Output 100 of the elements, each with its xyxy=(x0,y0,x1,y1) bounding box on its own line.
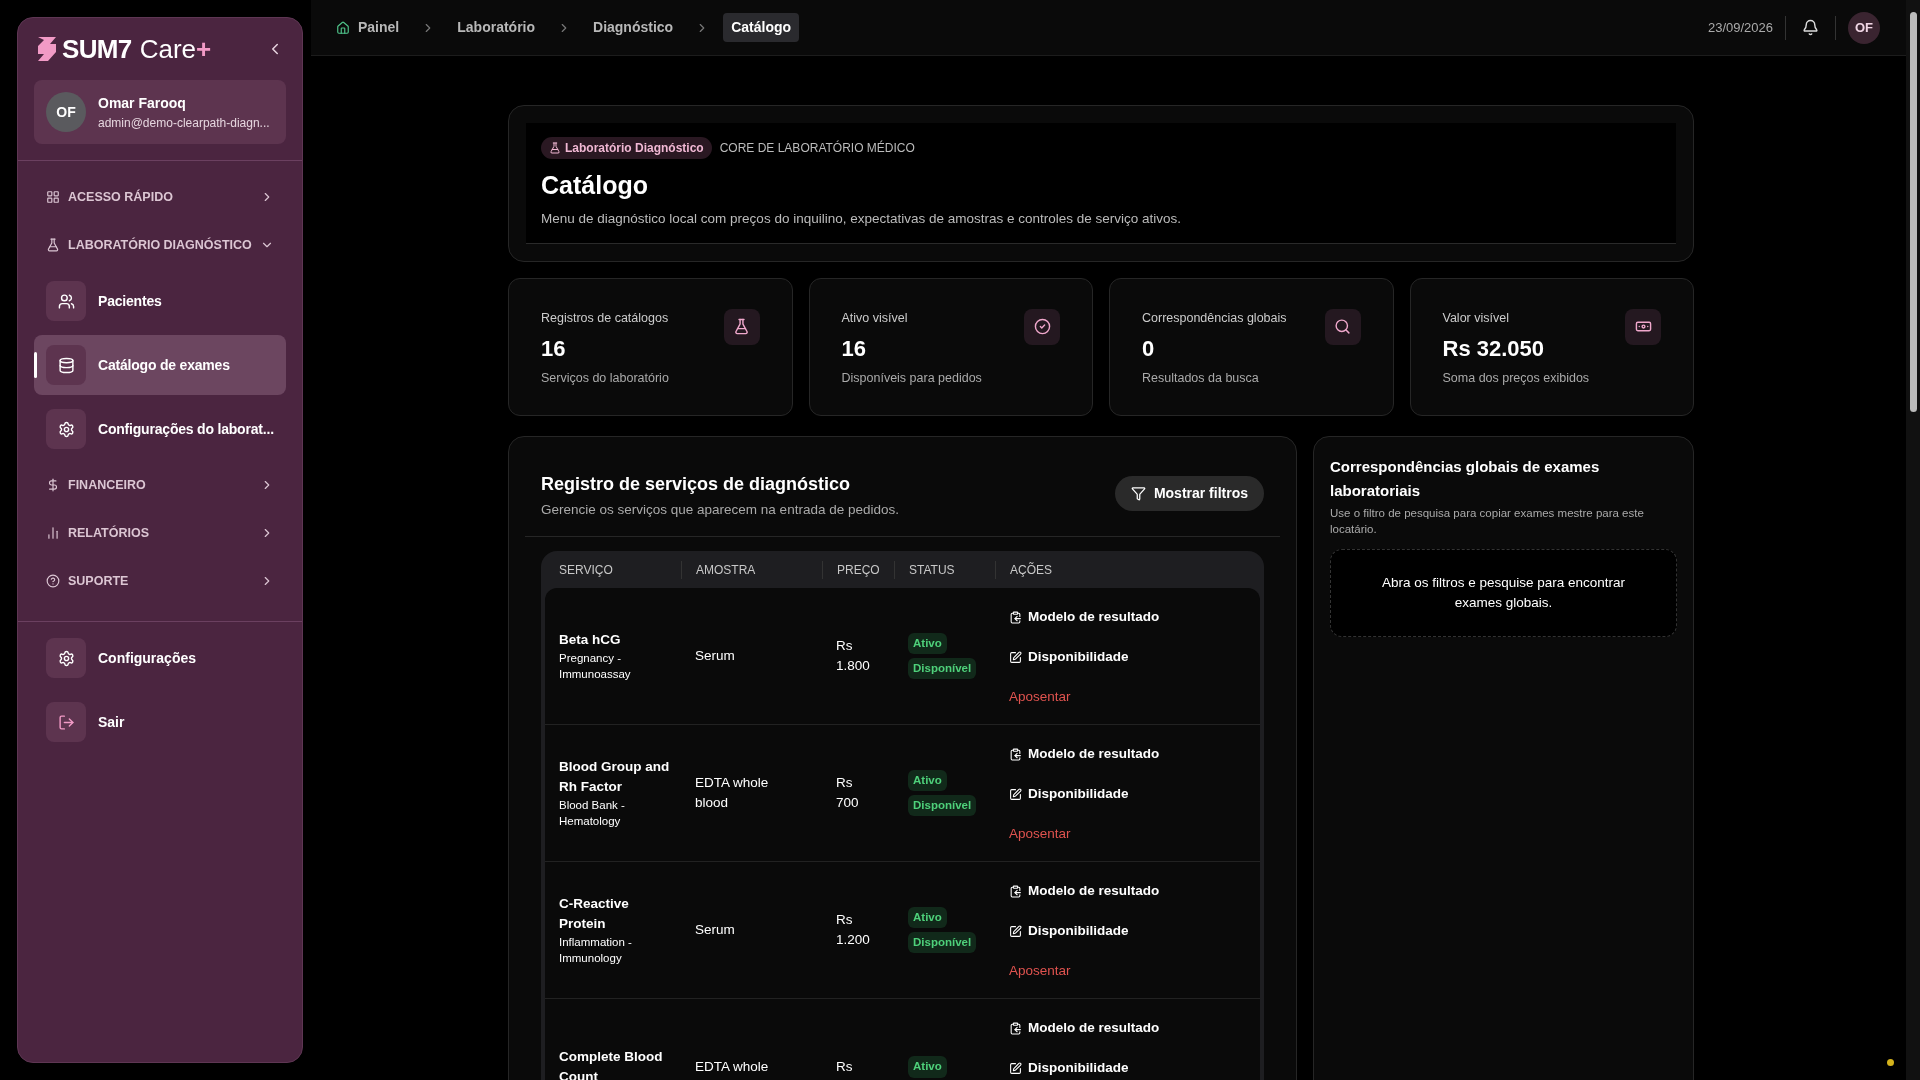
help-icon xyxy=(46,574,60,588)
stat-label: Registros de catálogos xyxy=(541,309,669,327)
bar-chart-icon xyxy=(46,526,60,540)
service-category: Blood Bank - Hematology xyxy=(559,798,626,829)
nav-item[interactable]: Catálogo de exames xyxy=(34,335,286,395)
price-cell-text: Rs xyxy=(835,1058,854,1076)
action-link[interactable]: Aposentar xyxy=(1009,688,1071,706)
status-badge: Disponível xyxy=(908,932,977,954)
nav-section[interactable]: FINANCEIRO xyxy=(34,461,286,509)
breadcrumb-link[interactable]: Laboratório xyxy=(449,13,544,42)
stat-caption: Serviços do laboratório xyxy=(541,369,669,387)
nav-item[interactable]: Configurações xyxy=(34,638,286,678)
active-indicator xyxy=(34,352,37,378)
profile-avatar[interactable]: OF xyxy=(1848,11,1880,44)
stat-value: Rs 32.050 xyxy=(1442,334,1546,363)
users-icon xyxy=(46,281,86,321)
column-header: STATUS xyxy=(894,560,995,579)
action-link[interactable]: Disponibilidade xyxy=(1009,785,1129,803)
action-link[interactable]: Disponibilidade xyxy=(1009,648,1129,666)
nav-section[interactable]: ACESSO RÁPIDO xyxy=(34,173,286,221)
stat-caption: Soma dos preços exibidos xyxy=(1442,369,1590,387)
stat-label: Valor visível xyxy=(1442,309,1510,327)
sample-cell-text: EDTA whole blood xyxy=(694,774,770,812)
stat-label: Ativo visível xyxy=(841,309,909,327)
action-link[interactable]: Aposentar xyxy=(1009,825,1071,843)
scrollbar[interactable] xyxy=(1906,0,1920,1080)
user-card[interactable]: OF Omar Farooq admin@demo-clearpath-diagn... xyxy=(34,80,286,144)
price-cell-text: Rs 700 xyxy=(835,774,860,812)
stat-value: 0 xyxy=(1142,334,1156,363)
column-header: AMOSTRA xyxy=(681,560,822,579)
stat-value: 16 xyxy=(541,334,567,363)
settings-icon xyxy=(46,409,86,449)
status-badge: Ativo xyxy=(908,632,947,654)
breadcrumb-link[interactable]: Painel xyxy=(328,13,408,42)
service-name: Blood Group and Rh Factor xyxy=(559,758,671,796)
section-title: Registro de serviços de diagnóstico xyxy=(541,472,852,496)
page-title: Catálogo xyxy=(541,170,649,201)
user-avatar: OF xyxy=(46,92,86,132)
action-link[interactable]: Aposentar xyxy=(1009,962,1071,980)
action-link[interactable]: Disponibilidade xyxy=(1009,922,1129,940)
column-header: PREÇO xyxy=(822,560,894,579)
panel-title: Correspondências globais de exames laboratoriais xyxy=(1330,456,1601,501)
service-category: Pregnancy - Immunoassay xyxy=(559,651,632,682)
nav-section[interactable]: SUPORTE xyxy=(34,557,286,605)
stat-value: 16 xyxy=(841,334,867,363)
flask-icon xyxy=(46,238,60,252)
dollar-icon xyxy=(46,478,60,492)
service-name: C-Reactive Protein xyxy=(559,895,630,933)
action-link[interactable]: Modelo de resultado xyxy=(1009,882,1160,900)
copy-icon xyxy=(1009,1021,1022,1035)
action-link[interactable]: Modelo de resultado xyxy=(1009,1019,1160,1037)
stat-caption: Disponíveis para pedidos xyxy=(841,369,982,387)
search-icon xyxy=(1324,308,1361,345)
filters-button[interactable]: Mostrar filtros xyxy=(1114,475,1264,511)
status-badge: Disponível xyxy=(908,795,977,817)
copy-icon xyxy=(1009,747,1022,761)
edit-icon xyxy=(1009,787,1022,801)
page-description: Menu de diagnóstico local com preços do inquilino, expectativas de amostras e controles de serviço ativos. xyxy=(541,209,1183,228)
price-cell-text: Rs 1.800 xyxy=(835,637,871,675)
breadcrumb-link[interactable]: Catálogo xyxy=(723,13,800,42)
brand-suffix: Care+ xyxy=(139,36,212,62)
edit-icon xyxy=(1009,650,1022,664)
stat-label: Correspondências globais xyxy=(1142,309,1287,327)
sample-cell-text: Serum xyxy=(694,647,736,665)
nav-item[interactable]: Configurações do laborat... xyxy=(34,399,286,459)
column-header: AÇÕES xyxy=(995,560,1260,579)
action-link[interactable]: Disponibilidade xyxy=(1009,1059,1129,1077)
panel-subtitle: Use o filtro de pesquisa para copiar exames mestre para este locatário. xyxy=(1330,505,1645,537)
breadcrumb-link[interactable]: Diagnóstico xyxy=(585,13,682,42)
brand-name: SUM7 xyxy=(62,36,132,62)
status-badge: Ativo xyxy=(908,1056,947,1078)
action-link[interactable]: Modelo de resultado xyxy=(1009,608,1160,626)
stat-caption: Resultados da busca xyxy=(1142,369,1260,387)
status-badge: Disponível xyxy=(908,658,977,680)
nav-section[interactable]: LABORATÓRIO DIAGNÓSTICO xyxy=(34,221,286,269)
price-cell-text: Rs 1.200 xyxy=(835,911,871,949)
nav-section[interactable]: RELATÓRIOS xyxy=(34,509,286,557)
section-subtitle: Gerencie os serviços que aparecem na entrada de pedidos. xyxy=(541,500,899,519)
banknote-icon xyxy=(1625,308,1661,345)
filter-icon xyxy=(1130,485,1146,501)
status-badge: Ativo xyxy=(908,769,947,791)
grid-icon xyxy=(46,190,60,204)
nav-item[interactable]: Pacientes xyxy=(34,271,286,331)
service-name: Beta hCG xyxy=(559,631,622,649)
copy-icon xyxy=(1009,884,1022,898)
eyebrow-text: CORE DE LABORATÓRIO MÉDICO xyxy=(719,139,915,157)
empty-state: Abra os filtros e pesquise para encontrar exames globais. xyxy=(1330,548,1677,637)
user-name: Omar Farooq xyxy=(98,93,187,113)
date-text: 23/09/2026 xyxy=(1707,18,1773,37)
sample-cell-text: Serum xyxy=(694,921,736,939)
copy-icon xyxy=(1009,610,1022,624)
action-link[interactable]: Modelo de resultado xyxy=(1009,745,1160,763)
flask-icon xyxy=(723,308,760,345)
home-icon xyxy=(336,20,350,35)
edit-icon xyxy=(1009,924,1022,938)
service-category: Inflammation - Immunology xyxy=(559,935,633,966)
database-icon xyxy=(46,345,86,385)
status-badge: Ativo xyxy=(908,906,947,928)
nav-item[interactable]: Sair xyxy=(34,702,286,742)
logout-icon xyxy=(46,702,86,742)
